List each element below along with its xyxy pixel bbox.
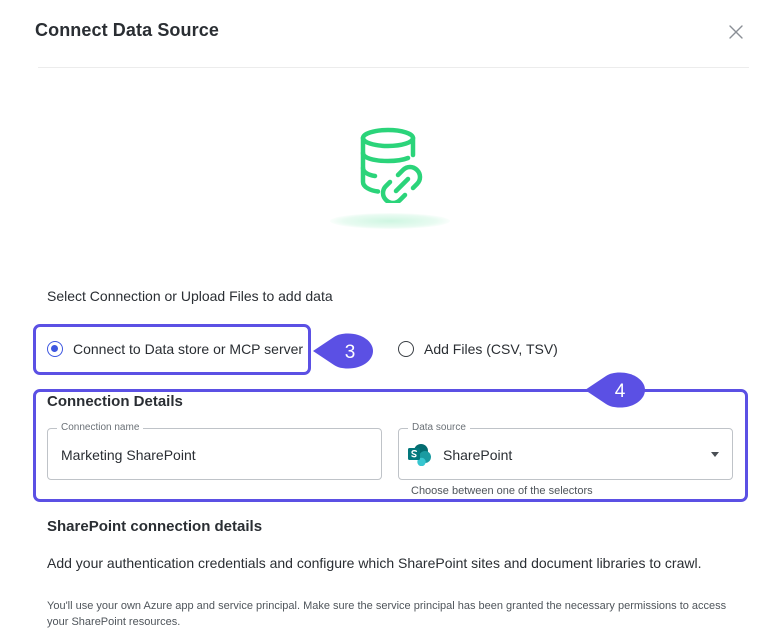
connection-name-label: Connection name [57,421,144,435]
chevron-down-icon[interactable] [711,452,719,457]
step-number: 3 [345,342,356,363]
radio-connect-data-store[interactable]: Connect to Data store or MCP server [47,338,303,360]
data-source-select[interactable]: Data source SharePoint [398,421,733,480]
data-source-helper-text: Choose between one of the selectors [411,485,593,497]
close-button[interactable] [724,20,748,44]
step-number: 4 [615,381,626,402]
sharepoint-description: Add your authentication credentials and … [47,555,702,571]
sharepoint-section-title: SharePoint connection details [47,518,263,535]
sharepoint-permissions-note: You'll use your own Azure app and servic… [47,600,727,628]
connection-details-title: Connection Details [47,393,183,410]
dialog-title: Connect Data Source [35,20,219,40]
header-divider [38,67,749,68]
connection-name-value[interactable]: Marketing SharePoint [61,447,196,463]
step-callout-4: 4 [585,372,645,408]
step-callout-3: 3 [313,333,373,369]
data-source-value: SharePoint [443,447,513,463]
source-selection-label: Select Connection or Upload Files to add… [47,288,333,304]
radio-selected-indicator[interactable] [47,341,63,357]
connection-name-field[interactable]: Connection name Marketing SharePoint [47,421,382,480]
radio-label: Add Files (CSV, TSV) [424,341,558,357]
radio-unselected-indicator[interactable] [398,341,414,357]
database-link-icon [360,127,423,203]
data-source-label: Data source [408,421,470,435]
sharepoint-logo-icon [408,444,431,466]
close-icon [729,25,743,39]
radio-label: Connect to Data store or MCP server [73,341,304,357]
hero-shadow [330,213,450,229]
radio-add-files[interactable]: Add Files (CSV, TSV) [398,338,558,360]
